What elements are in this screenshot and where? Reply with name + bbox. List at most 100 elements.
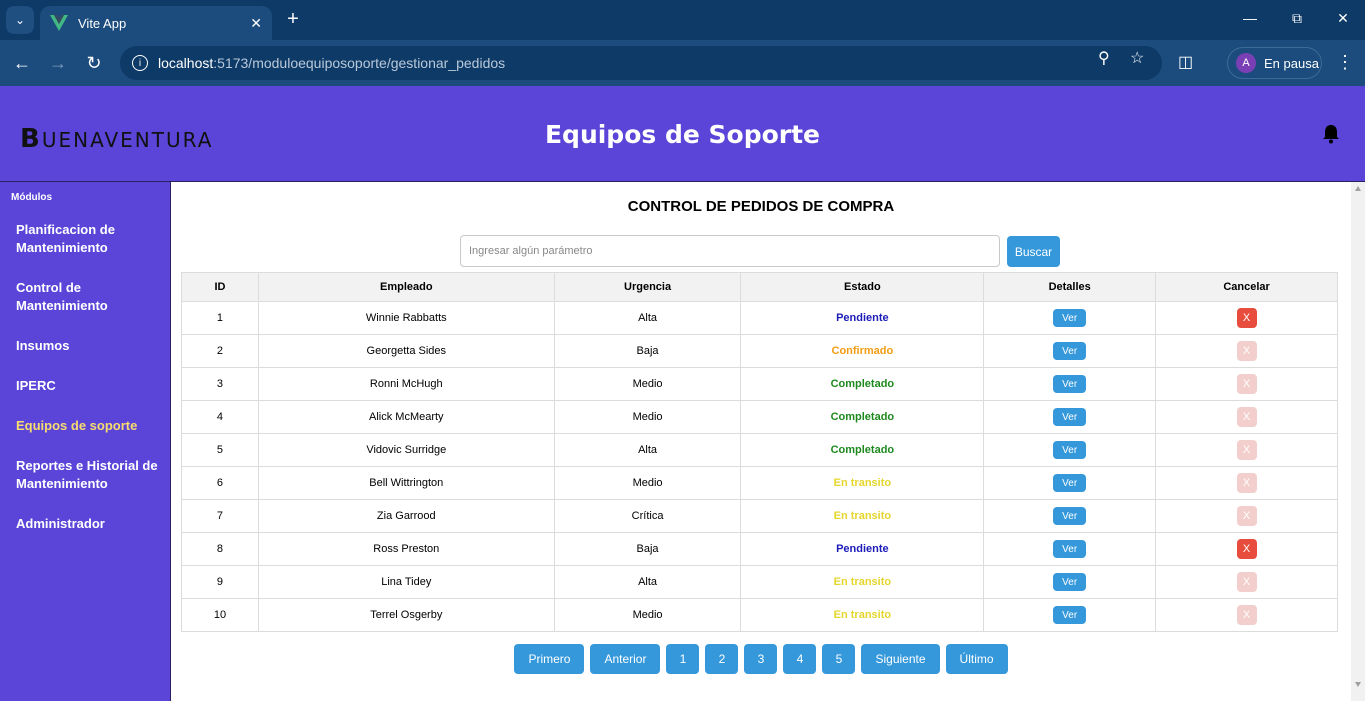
- cell-cancelar: X: [1155, 466, 1338, 500]
- forward-arrow-icon[interactable]: →: [47, 52, 69, 74]
- cancel-order-button: X: [1236, 506, 1257, 526]
- tab-title: Vite App: [78, 15, 127, 31]
- prev-page-button[interactable]: Anterior: [590, 644, 661, 674]
- more-menu-icon[interactable]: ⋮: [1336, 52, 1354, 73]
- cell-detalles: Ver: [983, 301, 1157, 335]
- cell-urgencia: Crítica: [553, 499, 742, 533]
- tab-search-button[interactable]: ⌄: [6, 6, 34, 34]
- cell-estado: Pendiente: [740, 532, 985, 566]
- info-icon[interactable]: i: [132, 55, 148, 71]
- profile-button[interactable]: A En pausa: [1227, 47, 1322, 79]
- vertical-scrollbar[interactable]: [1351, 182, 1365, 701]
- url-path: :5173/moduloequiposoporte/gestionar_pedi…: [213, 55, 506, 71]
- cell-estado: En transito: [740, 466, 985, 500]
- cell-id: 5: [181, 433, 259, 467]
- orders-table: ID Empleado Urgencia Estado Detalles Can…: [181, 272, 1338, 632]
- cell-detalles: Ver: [983, 565, 1157, 599]
- sidebar-item-control[interactable]: Control de Mantenimiento: [16, 279, 158, 315]
- sidebar-item-insumos[interactable]: Insumos: [16, 337, 158, 355]
- column-header-urgencia: Urgencia: [553, 272, 742, 302]
- zoom-icon[interactable]: ⚲: [1098, 48, 1110, 68]
- cell-detalles: Ver: [983, 466, 1157, 500]
- sidebar-item-administrador[interactable]: Administrador: [16, 515, 158, 533]
- orders-table-body: 1 Winnie Rabbatts Alta Pendiente Ver X 2 George…: [181, 301, 1338, 632]
- cell-estado: Confirmado: [740, 334, 985, 368]
- first-page-button[interactable]: Primero: [514, 644, 585, 674]
- extensions-icon[interactable]: ◫: [1178, 52, 1193, 72]
- view-details-button[interactable]: Ver: [1053, 606, 1087, 624]
- chevron-down-icon: ⌄: [14, 13, 26, 27]
- page-4-button[interactable]: 4: [783, 644, 817, 674]
- cell-urgencia: Medio: [553, 598, 742, 632]
- cell-empleado: Zia Garrood: [257, 499, 555, 533]
- search-button[interactable]: Buscar: [1007, 236, 1060, 267]
- view-details-button[interactable]: Ver: [1053, 408, 1087, 426]
- view-details-button[interactable]: Ver: [1053, 309, 1087, 327]
- view-details-button[interactable]: Ver: [1053, 573, 1087, 591]
- browser-tab-bar: ⌄ Vite App ✕ + — ⧉ ✕: [0, 0, 1365, 40]
- cancel-order-button: X: [1236, 572, 1257, 592]
- cell-cancelar: X: [1155, 598, 1338, 632]
- view-details-button[interactable]: Ver: [1053, 474, 1087, 492]
- sidebar-item-reportes[interactable]: Reportes e Historial de Mantenimiento: [16, 457, 158, 493]
- view-details-button[interactable]: Ver: [1053, 540, 1087, 558]
- sidebar-item-iperc[interactable]: IPERC: [16, 377, 158, 395]
- minimize-icon[interactable]: —: [1240, 10, 1260, 26]
- cell-cancelar: X: [1155, 532, 1338, 566]
- status-label: Completado: [830, 444, 895, 456]
- page-1-button[interactable]: 1: [666, 644, 700, 674]
- cell-empleado: Vidovic Surridge: [257, 433, 555, 467]
- vue-logo-icon: [50, 15, 68, 31]
- bell-icon[interactable]: [1322, 124, 1340, 144]
- cell-cancelar: X: [1155, 499, 1338, 533]
- last-page-button[interactable]: Último: [945, 644, 1008, 674]
- cell-urgencia: Alta: [553, 301, 742, 335]
- browser-tab[interactable]: Vite App ✕: [40, 6, 272, 40]
- sidebar-item-planificacion[interactable]: Planificacion de Mantenimiento: [16, 221, 158, 257]
- page-5-button[interactable]: 5: [822, 644, 856, 674]
- cell-empleado: Lina Tidey: [257, 565, 555, 599]
- view-details-button[interactable]: Ver: [1053, 507, 1087, 525]
- new-tab-icon[interactable]: +: [282, 8, 304, 30]
- scroll-down-icon[interactable]: [1355, 682, 1361, 687]
- view-details-button[interactable]: Ver: [1053, 441, 1087, 459]
- sidebar-item-equipos-soporte[interactable]: Equipos de soporte: [16, 417, 158, 435]
- cell-cancelar: X: [1155, 301, 1338, 335]
- next-page-button[interactable]: Siguiente: [861, 644, 940, 674]
- cell-urgencia: Medio: [553, 466, 742, 500]
- page-3-button[interactable]: 3: [744, 644, 778, 674]
- cancel-order-button[interactable]: X: [1236, 539, 1257, 559]
- table-row: 6 Bell Wittrington Medio En transito Ver X: [181, 466, 1338, 500]
- restore-icon[interactable]: ⧉: [1287, 10, 1307, 27]
- window-close-icon[interactable]: ✕: [1333, 10, 1353, 27]
- status-label: En transito: [833, 477, 892, 489]
- cancel-order-button: X: [1236, 341, 1257, 361]
- cell-estado: En transito: [740, 565, 985, 599]
- page-2-button[interactable]: 2: [705, 644, 739, 674]
- main-content: CONTROL DE PEDIDOS DE COMPRA Buscar ID E…: [171, 182, 1351, 701]
- column-header-estado: Estado: [740, 272, 985, 302]
- sidebar-title: Módulos: [11, 192, 53, 203]
- cancel-order-button[interactable]: X: [1236, 308, 1257, 328]
- view-details-button[interactable]: Ver: [1053, 375, 1087, 393]
- cell-detalles: Ver: [983, 400, 1157, 434]
- cell-id: 2: [181, 334, 259, 368]
- star-icon[interactable]: ☆: [1130, 48, 1144, 68]
- cell-urgencia: Alta: [553, 433, 742, 467]
- cell-detalles: Ver: [983, 532, 1157, 566]
- status-label: Completado: [830, 411, 895, 423]
- search-input[interactable]: [460, 235, 1000, 267]
- view-details-button[interactable]: Ver: [1053, 342, 1087, 360]
- cell-empleado: Bell Wittrington: [257, 466, 555, 500]
- close-icon[interactable]: ✕: [250, 15, 262, 32]
- scroll-up-icon[interactable]: [1355, 186, 1361, 191]
- status-label: Completado: [830, 378, 895, 390]
- table-row: 2 Georgetta Sides Baja Confirmado Ver X: [181, 334, 1338, 368]
- back-arrow-icon[interactable]: ←: [11, 52, 33, 74]
- address-bar[interactable]: i localhost:5173/moduloequiposoporte/ges…: [120, 46, 1162, 80]
- cell-detalles: Ver: [983, 433, 1157, 467]
- cell-cancelar: X: [1155, 367, 1338, 401]
- cell-urgencia: Medio: [553, 367, 742, 401]
- reload-icon[interactable]: ↻: [83, 52, 105, 74]
- cell-estado: En transito: [740, 499, 985, 533]
